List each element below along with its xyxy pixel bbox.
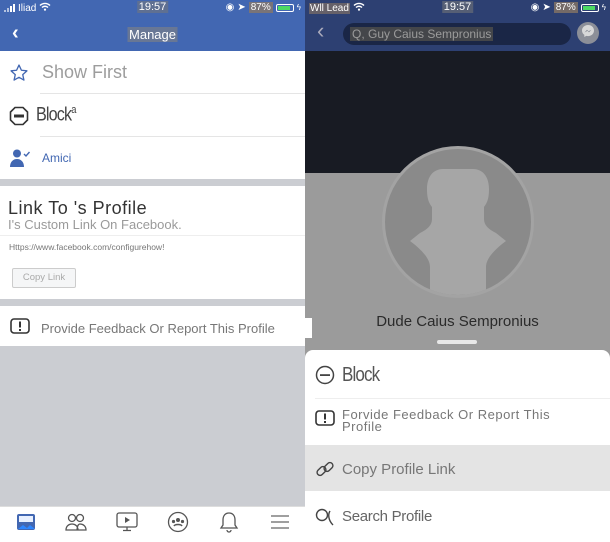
carrier-label: Wll Lead: [309, 2, 350, 14]
location-icon: ➤: [542, 2, 551, 13]
clock: 19:57: [136, 1, 169, 13]
link-icon: [315, 459, 335, 484]
tab-watch[interactable]: [115, 511, 139, 537]
charging-icon: ϟ: [601, 3, 606, 12]
search-value: Q, Guy Caius Sempronius: [350, 27, 494, 41]
battery-percent: 87%: [553, 2, 578, 13]
search-icon: [315, 507, 335, 532]
friends-option[interactable]: Amici: [0, 137, 305, 179]
page-title: Manage: [127, 27, 178, 42]
report-label: Forvide Feedback Or Report This Profile: [342, 407, 551, 434]
tab-notifications[interactable]: [217, 511, 241, 538]
report-profile-option[interactable]: Provide Feedback Or Report This Profile: [0, 306, 305, 346]
friends-icon: [65, 513, 87, 536]
link-card-subtitle: I's Custom Link On Facebook.: [8, 217, 182, 232]
block-option[interactable]: Blocka: [0, 94, 305, 137]
battery-icon: [580, 3, 599, 12]
clock: 19:57: [441, 1, 474, 13]
sheet-copy-link-option[interactable]: Copy Profile Link: [305, 445, 610, 491]
rotation-lock-icon: ◉: [225, 2, 235, 13]
status-bar: Iliad 19:57 ◉ ➤ 87% ϟ: [0, 0, 305, 17]
charging-icon: ϟ: [296, 3, 301, 12]
copy-link-button[interactable]: Copy Link: [12, 268, 76, 288]
back-button[interactable]: ‹: [12, 23, 19, 43]
hamburger-menu-icon: [270, 514, 290, 535]
block-label-suffix: a: [71, 104, 77, 116]
block-icon: [315, 365, 335, 390]
report-profile-label: Provide Feedback Or Report This Profile: [41, 321, 275, 336]
sheet-drag-handle[interactable]: [437, 340, 477, 344]
tab-groups[interactable]: [166, 511, 190, 538]
status-bar: Wll Lead 19:57 ◉ ➤ 87% ϟ: [305, 0, 610, 17]
rotation-lock-icon: ◉: [530, 2, 540, 13]
news-feed-icon: [16, 513, 36, 536]
signal-icon: [4, 4, 15, 12]
tab-friends[interactable]: [64, 513, 88, 535]
show-first-option[interactable]: Show First: [0, 51, 305, 94]
location-icon: ➤: [237, 2, 246, 13]
profile-name: Dude Caius Sempronius: [376, 313, 539, 330]
sheet-report-option[interactable]: Forvide Feedback Or Report This Profile: [305, 399, 610, 445]
copy-profile-link-label: Copy Profile Link: [342, 461, 456, 478]
action-sheet: Block Forvide Feedback Or Report This Pr…: [305, 350, 610, 542]
bell-icon: [219, 511, 239, 538]
profile-screen: Wll Lead 19:57 ◉ ➤ 87% ϟ ‹ Q, Guy Caius …: [305, 0, 610, 542]
block-icon: [9, 106, 29, 131]
search-profile-label: Search Profile: [342, 508, 433, 525]
back-button[interactable]: ‹: [317, 20, 324, 42]
block-label: Block: [342, 364, 380, 386]
search-input[interactable]: Q, Guy Caius Sempronius: [343, 23, 571, 45]
friends-label: Amici: [42, 151, 72, 165]
block-label: Block: [36, 104, 72, 126]
friends-icon: [9, 148, 31, 173]
default-avatar-icon: [410, 169, 506, 295]
battery-percent: 87%: [248, 2, 273, 13]
show-first-label: Show First: [42, 62, 128, 82]
nav-bar: ‹ Q, Guy Caius Sempronius: [305, 17, 610, 51]
sheet-block-option[interactable]: Block: [305, 350, 610, 399]
bottom-tab-bar: [0, 506, 305, 542]
wifi-icon: [353, 2, 365, 14]
carrier-label: Iliad: [18, 2, 37, 14]
profile-url: Https://www.facebook.com/configurehow!: [9, 242, 165, 252]
divider: [0, 235, 305, 236]
tab-news-feed[interactable]: [14, 513, 38, 535]
tab-menu[interactable]: [268, 513, 292, 535]
profile-link-card: Link To 's Profile I's Custom Link On Fa…: [0, 186, 305, 299]
watch-icon: [116, 511, 138, 537]
wifi-icon: [39, 2, 51, 14]
battery-icon: [275, 3, 294, 12]
sheet-search-profile-option[interactable]: Search Profile: [305, 491, 610, 542]
profile-picture[interactable]: [382, 146, 534, 298]
report-icon: [10, 318, 30, 339]
messenger-icon: [581, 24, 595, 43]
star-icon: [9, 63, 29, 88]
link-card-title: Link To 's Profile: [8, 198, 148, 218]
messenger-button[interactable]: [577, 22, 599, 44]
report-icon: [315, 410, 335, 431]
manage-screen: Iliad 19:57 ◉ ➤ 87% ϟ ‹ Manage Show Firs…: [0, 0, 305, 542]
groups-icon: [167, 511, 189, 538]
report-label-overflow: [295, 318, 312, 338]
nav-bar: ‹ Manage: [0, 17, 305, 51]
